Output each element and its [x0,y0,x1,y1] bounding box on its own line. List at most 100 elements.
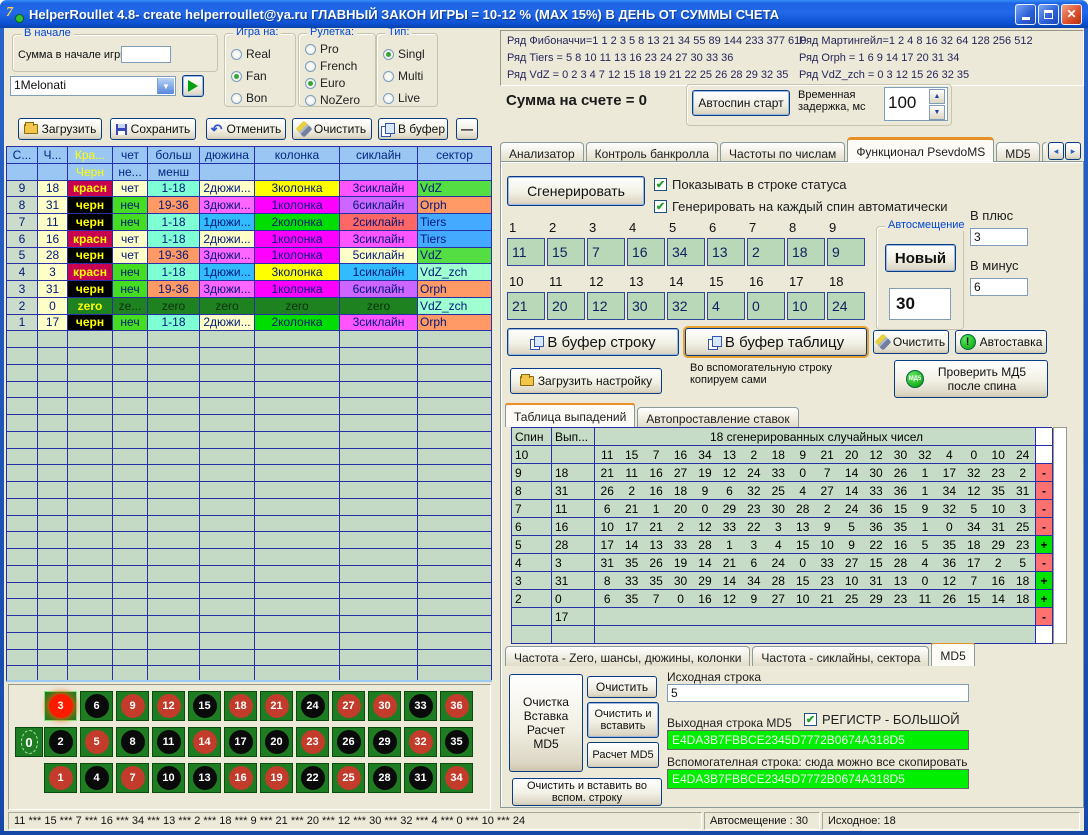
board-number-36[interactable]: 36 [440,691,473,721]
board-number-23[interactable]: 23 [296,727,329,757]
board-number-8[interactable]: 8 [116,727,149,757]
board-number-32[interactable]: 32 [404,727,437,757]
new-shift-button[interactable]: Новый [885,244,956,272]
radio-option-pro[interactable]: Pro [305,42,339,56]
plus-input[interactable] [970,228,1028,246]
board-number-5[interactable]: 5 [80,727,113,757]
board-number-12[interactable]: 12 [152,691,185,721]
board-number-34[interactable]: 34 [440,763,473,793]
tab-main-3[interactable]: Частоты по числам [720,142,845,162]
autospin-start-button[interactable]: Автоспин старт [692,90,790,116]
board-number-17[interactable]: 17 [224,727,257,757]
autobet-button[interactable]: ! Автоставка [955,330,1047,354]
radio-option-live[interactable]: Live [383,91,420,105]
close-icon[interactable]: ✕ [1061,4,1082,25]
radio-option-fan[interactable]: Fan [231,69,267,83]
tab-main-2[interactable]: Контроль банкролла [586,142,718,162]
board-number-26[interactable]: 26 [332,727,365,757]
tab-freq-2[interactable]: Частота - сиклайны, сектора [752,646,929,666]
board-number-14[interactable]: 14 [188,727,221,757]
history-empty-cell [68,449,113,466]
board-number-11[interactable]: 11 [152,727,185,757]
md5-big-button[interactable]: Очистка Вставка Расчет MD5 [509,674,583,772]
spinner-up-icon[interactable]: ▲ [929,89,945,104]
md5-aux-field[interactable]: E4DA3B7FBBCE2345D7772B0674A318D5 [667,769,969,789]
toolbar-button-2[interactable]: Сохранить [110,118,196,140]
show-status-checkbox[interactable]: ✔ Показывать в строке статуса [654,177,847,192]
radio-option-real[interactable]: Real [231,47,271,61]
radio-option-nozero[interactable]: NoZero [305,93,360,107]
tab-spins-2[interactable]: Автопроставление ставок [637,407,798,427]
board-number-20[interactable]: 20 [260,727,293,757]
toolbar-button-4[interactable]: Очистить [292,118,372,140]
board-number-27[interactable]: 27 [332,691,365,721]
gen-value-cell: 21 [507,292,545,320]
toolbar-button-5[interactable]: В буфер [378,118,448,140]
toolbar-button-1[interactable]: Загрузить [18,118,102,140]
board-number-4[interactable]: 4 [80,763,113,793]
board-number-13[interactable]: 13 [188,763,221,793]
md5-source-input[interactable] [667,684,969,702]
board-number-15[interactable]: 15 [188,691,221,721]
radio-option-multi[interactable]: Multi [383,69,423,83]
play-button[interactable] [182,75,204,97]
md5-clear-insert-button[interactable]: Очистить и вставить [587,702,659,738]
check-md5-button[interactable]: МД5 Проверить МД5 после спина [894,360,1048,398]
tab-freq-3[interactable]: MD5 [931,643,974,666]
board-number-2[interactable]: 2 [44,727,77,757]
copy-row-button[interactable]: В буфер строку [507,328,679,356]
tab-main-4[interactable]: Функционал PsevdoMS [847,137,994,162]
board-number-30[interactable]: 30 [368,691,401,721]
clear-gen-button[interactable]: Очистить [873,330,949,354]
start-sum-input[interactable] [121,46,171,63]
board-number-31[interactable]: 31 [404,763,437,793]
copy-table-button[interactable]: В буфер таблицу [685,328,867,356]
minus-input[interactable] [970,278,1028,296]
board-number-16[interactable]: 16 [224,763,257,793]
md5-clear-aux-button[interactable]: Очистить и вставить во вспом. строку [512,778,662,806]
minimize-button[interactable] [1015,4,1036,25]
board-number-22[interactable]: 22 [296,763,329,793]
radio-option-singl[interactable]: Singl [383,47,425,61]
board-number-35[interactable]: 35 [440,727,473,757]
board-number-18[interactable]: 18 [224,691,257,721]
preset-combobox[interactable]: 1Melonati ▼ [10,76,176,96]
board-number-24[interactable]: 24 [296,691,329,721]
tab-main-6[interactable]: Деление кол [1042,142,1046,162]
delay-spinner[interactable]: 100 ▲ ▼ [884,87,948,121]
board-number-21[interactable]: 21 [260,691,293,721]
board-number-29[interactable]: 29 [368,727,401,757]
board-number-25[interactable]: 25 [332,763,365,793]
load-settings-button[interactable]: Загрузить настройку [510,368,662,394]
board-number-7[interactable]: 7 [116,763,149,793]
board-number-28[interactable]: 28 [368,763,401,793]
board-number-9[interactable]: 9 [116,691,149,721]
tab-main-5[interactable]: MD5 [996,142,1039,162]
spins-scrollbar[interactable] [1053,427,1067,644]
md5-clear-button[interactable]: Очистить [587,676,657,698]
radio-option-french[interactable]: French [305,59,357,73]
collapse-button[interactable]: — [456,118,478,140]
tab-scroll-right-icon[interactable]: ▸ [1065,142,1081,160]
radio-option-euro[interactable]: Euro [305,76,345,90]
tab-main-1[interactable]: Анализатор [500,142,584,162]
radio-option-bon[interactable]: Bon [231,91,267,105]
toolbar-button-3[interactable]: ↶Отменить [206,118,286,140]
tab-freq-1[interactable]: Частота - Zero, шансы, дюжины, колонки [505,646,750,666]
tab-scroll-left-icon[interactable]: ◂ [1048,142,1064,160]
autogen-checkbox[interactable]: ✔ Генерировать на каждый спин автоматиче… [654,199,948,214]
md5-calc-button[interactable]: Расчет MD5 [587,742,659,768]
board-number-10[interactable]: 10 [152,763,185,793]
generate-button[interactable]: Сгенерировать [507,176,645,206]
maximize-button[interactable] [1038,4,1059,25]
board-zero-cell[interactable]: 0 [15,727,43,757]
chevron-down-icon[interactable]: ▼ [157,78,174,94]
board-number-6[interactable]: 6 [80,691,113,721]
tab-spins-1[interactable]: Таблица выпадений [505,403,635,427]
uppercase-checkbox[interactable]: ✔ РЕГИСТР - БОЛЬШОЙ [804,712,960,727]
board-number-1[interactable]: 1 [44,763,77,793]
spinner-down-icon[interactable]: ▼ [929,105,945,120]
board-number-33[interactable]: 33 [404,691,437,721]
board-number-19[interactable]: 19 [260,763,293,793]
board-number-3[interactable]: 3 [44,691,77,721]
